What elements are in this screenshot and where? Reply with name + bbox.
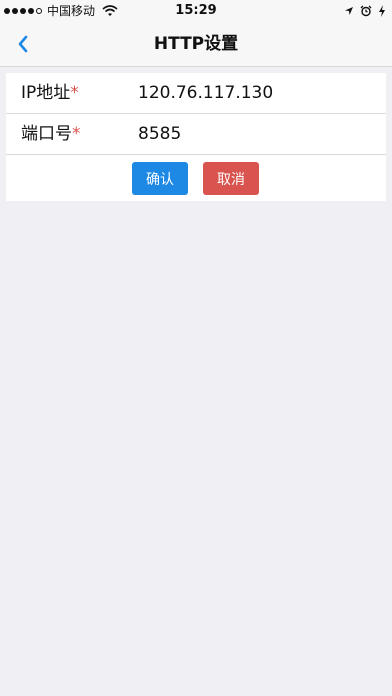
- ip-address-input[interactable]: [138, 79, 370, 107]
- required-mark: *: [72, 124, 81, 144]
- port-label-text: 端口号: [21, 124, 72, 144]
- port-label: 端口号*: [21, 114, 81, 154]
- location-icon: [345, 7, 353, 15]
- http-settings-form: IP地址* 端口号* 确认 取消: [6, 73, 386, 201]
- alarm-icon: [360, 5, 372, 17]
- required-mark: *: [70, 83, 79, 103]
- port-row: 端口号*: [6, 114, 386, 155]
- status-bar: 中国移动 15:29: [0, 0, 392, 22]
- port-input[interactable]: [138, 120, 370, 148]
- cancel-button[interactable]: 取消: [203, 162, 259, 195]
- chevron-left-icon: [18, 35, 28, 53]
- back-button[interactable]: [12, 30, 40, 58]
- status-time: 15:29: [175, 3, 217, 18]
- navigation-bar: HTTP设置: [0, 22, 392, 67]
- ip-address-label-text: IP地址: [21, 83, 71, 103]
- ip-address-row: IP地址*: [6, 73, 386, 114]
- page-title: HTTP设置: [153, 34, 239, 54]
- charging-icon: [379, 5, 385, 17]
- ip-address-label: IP地址*: [21, 73, 79, 113]
- status-right: [344, 0, 386, 22]
- confirm-button[interactable]: 确认: [132, 162, 188, 195]
